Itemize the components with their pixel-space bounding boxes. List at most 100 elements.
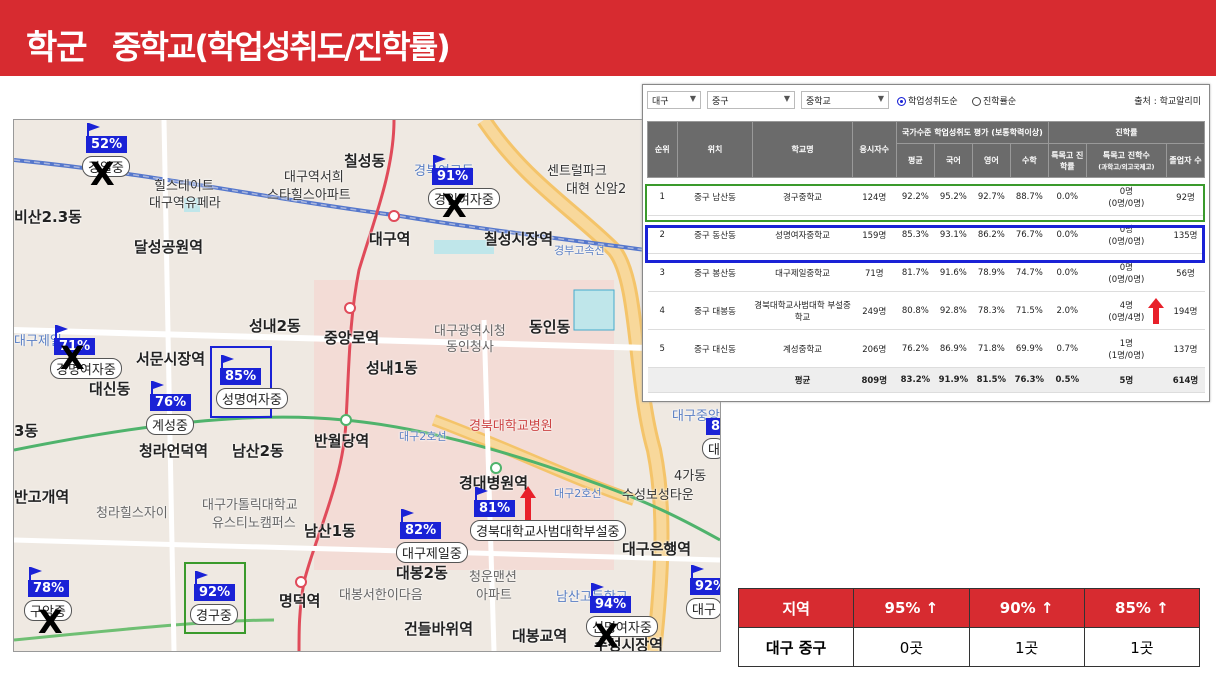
map-label: 명덕역 bbox=[279, 592, 321, 610]
col-school: 학교명 bbox=[752, 121, 853, 178]
school-marker-pct: 81% bbox=[474, 500, 516, 517]
school-marker-name: 대구제일중 bbox=[396, 542, 468, 563]
col-location: 위치 bbox=[676, 121, 754, 178]
school-district-map[interactable]: 칠성동 센트럴파크 대현 신암2 대구역서희 힐스테이트 스타힐스아파트 대구역… bbox=[13, 119, 721, 652]
map-label: 비산2.3동 bbox=[14, 208, 82, 226]
school-marker-name: 대구 bbox=[686, 598, 720, 619]
col-group-national: 국가수준 학업성취도 평가 (보통학력이상) bbox=[895, 121, 1049, 144]
col-group-admission: 진학률 bbox=[1047, 121, 1206, 144]
table-row: 대구 중구 0곳 1곳 1곳 bbox=[737, 627, 1201, 667]
map-label: 동인동 bbox=[529, 318, 571, 336]
table-average-row: 평균 809명 83.2% 91.9% 81.5% 76.3% 0.5% 5명 … bbox=[647, 367, 1205, 393]
chevron-down-icon: ▼ bbox=[689, 94, 696, 103]
data-source: 출처 : 학교알리미 bbox=[1134, 97, 1201, 107]
map-label: 서문시장역 bbox=[136, 350, 206, 368]
map-label: 대구2호선 bbox=[554, 487, 602, 500]
map-label: 대구역 bbox=[369, 230, 411, 248]
radio-icon bbox=[972, 97, 981, 106]
map-label: 남산2동 bbox=[232, 442, 284, 460]
school-marker-pct: 92% bbox=[194, 584, 236, 601]
map-label: 대구역서희 bbox=[284, 170, 344, 185]
col-korean: 국어 bbox=[933, 143, 973, 178]
map-label: 대구역유페라 bbox=[149, 196, 221, 211]
col-english: 영어 bbox=[971, 143, 1011, 178]
map-label: 스타힐스아파트 bbox=[267, 188, 351, 203]
map-label: 3동 bbox=[14, 422, 39, 440]
map-label: 경대병원역 bbox=[459, 474, 529, 492]
col-avg: 평균 bbox=[895, 143, 935, 178]
region-col-90: 90% ↑ bbox=[968, 588, 1085, 628]
school-marker-name: 경구중 bbox=[190, 604, 238, 625]
school-marker-name: 성명여자중 bbox=[216, 388, 288, 409]
col-special: 특목고 진학률 bbox=[1047, 143, 1087, 178]
map-label: 성내1동 bbox=[366, 359, 418, 377]
x-mark-icon: X bbox=[60, 339, 85, 377]
red-up-arrow-icon bbox=[1148, 298, 1165, 324]
x-mark-icon: X bbox=[38, 603, 63, 641]
col-graduates: 졸업자 수 bbox=[1165, 143, 1206, 178]
col-special-count: 특목고 진학수 (과학고/외고국제고) bbox=[1085, 143, 1167, 178]
map-label: 경북대학교병원 bbox=[469, 419, 553, 434]
map-label: 대구은행역 bbox=[622, 540, 692, 558]
map-label: 대현 신암2 bbox=[566, 182, 627, 197]
highlight-row-gyeonggu bbox=[645, 184, 1205, 222]
map-label: 반월당역 bbox=[314, 432, 370, 450]
header-title-sub: 중학교(학업성취도/진학률) bbox=[112, 28, 451, 66]
map-label: 칠성동 bbox=[344, 152, 386, 170]
region-select[interactable]: 대구 ▼ bbox=[647, 91, 701, 109]
col-rank: 순위 bbox=[647, 121, 678, 178]
filter-bar: 대구 ▼ 중구 ▼ 중학교 ▼ 학업성취도순 진학률순 출처 : 학교알리미 bbox=[647, 91, 1203, 113]
x-mark-icon: X bbox=[594, 617, 619, 652]
school-marker-pct: 8 bbox=[706, 418, 720, 435]
map-label: 동인청사 bbox=[446, 340, 494, 355]
sort-radio-achievement[interactable]: 학업성취도순 bbox=[897, 94, 958, 107]
table-row[interactable]: 4 중구 대봉동 경북대학교사범대학 부설중학교 249명 80.8% 92.8… bbox=[647, 291, 1205, 330]
map-label: 청라언덕역 bbox=[139, 442, 209, 460]
red-up-arrow-icon bbox=[520, 486, 536, 520]
map-label: 대봉서한이다음 bbox=[339, 588, 423, 603]
map-label: 중앙로역 bbox=[324, 329, 380, 347]
map-label: 대구2호선 bbox=[399, 430, 447, 443]
school-marker-pct: 82% bbox=[400, 522, 442, 539]
header-title-main: 학군 bbox=[26, 28, 88, 68]
school-marker-pct: 91% bbox=[432, 168, 474, 185]
school-ranking-panel: 대구 ▼ 중구 ▼ 중학교 ▼ 학업성취도순 진학률순 출처 : 학교알리미 순위 위… bbox=[642, 84, 1210, 402]
school-marker-pct: 76% bbox=[150, 394, 192, 411]
radio-selected-icon bbox=[897, 97, 906, 106]
map-label: 대신동 bbox=[89, 380, 131, 398]
map-label: 청라힐스자이 bbox=[96, 506, 168, 521]
map-label: 청운맨션 bbox=[469, 570, 517, 585]
map-label: 성내2동 bbox=[249, 317, 301, 335]
map-label: 유스티노캠퍼스 bbox=[212, 516, 296, 531]
school-marker-pct: 92% bbox=[690, 578, 720, 595]
region-col-85: 85% ↑ bbox=[1083, 588, 1201, 628]
map-label: 건들바위역 bbox=[404, 620, 474, 638]
chevron-down-icon: ▼ bbox=[783, 94, 790, 103]
school-marker-pct: 94% bbox=[590, 596, 632, 613]
region-col-95: 95% ↑ bbox=[853, 588, 970, 628]
map-label: 달성공원역 bbox=[134, 238, 204, 256]
highlight-row-seongmyeong bbox=[645, 225, 1205, 263]
district-select[interactable]: 중구 ▼ bbox=[707, 91, 795, 109]
slide-header: 학군 중학교(학업성취도/진학률) bbox=[0, 0, 1216, 76]
map-label: 수성보성타운 bbox=[622, 488, 694, 503]
col-math: 수학 bbox=[1009, 143, 1049, 178]
region-summary-table: 지역 95% ↑ 90% ↑ 85% ↑ 대구 중구 0곳 1곳 1곳 bbox=[737, 588, 1201, 667]
school-marker-pct: 85% bbox=[220, 368, 262, 385]
level-select[interactable]: 중학교 ▼ bbox=[801, 91, 889, 109]
sort-radio-admission[interactable]: 진학률순 bbox=[972, 94, 1016, 107]
school-marker-name: 대 bbox=[702, 438, 720, 459]
map-label: 아파트 bbox=[476, 588, 512, 603]
x-mark-icon: X bbox=[90, 155, 115, 193]
map-label: 남산1동 bbox=[304, 522, 356, 540]
table-row[interactable]: 5 중구 대신동 계성중학교 206명 76.2% 86.9% 71.8% 69… bbox=[647, 329, 1205, 368]
map-label: 반고개역 bbox=[14, 488, 70, 506]
map-label: 대구가톨릭대학교 bbox=[202, 498, 298, 513]
map-label: 대봉교역 bbox=[512, 627, 568, 645]
map-label: 4가동 bbox=[674, 469, 707, 484]
region-col-region: 지역 bbox=[737, 588, 855, 628]
x-mark-icon: X bbox=[442, 187, 467, 225]
map-label: 경부고속선 bbox=[554, 244, 605, 257]
chevron-down-icon: ▼ bbox=[877, 94, 884, 103]
school-marker-name: 계성중 bbox=[146, 414, 194, 435]
